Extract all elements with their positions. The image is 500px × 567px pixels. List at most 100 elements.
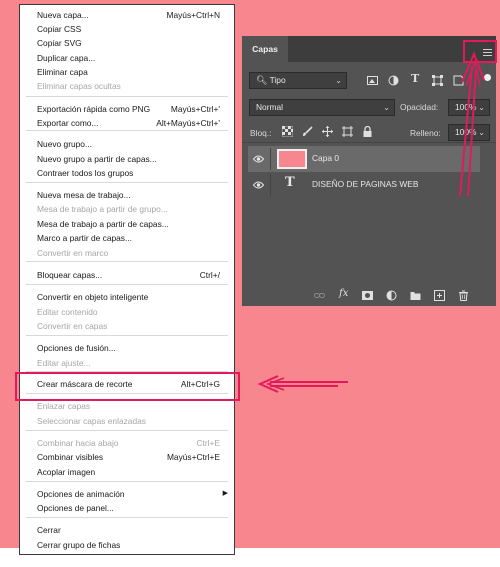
text-layer-icon: T <box>285 175 295 190</box>
folder-icon[interactable] <box>410 290 421 301</box>
tab-capas[interactable]: Capas <box>242 36 288 62</box>
menu-item-label: Eliminar capas ocultas <box>37 81 121 91</box>
menu-item-eliminar-capa[interactable]: Eliminar capa <box>37 66 220 78</box>
menu-item-label: Nuevo grupo a partir de capas... <box>37 154 157 164</box>
menu-item-label: Combinar visibles <box>37 452 104 462</box>
menu-item-acoplar-imagen[interactable]: Acoplar imagen <box>37 466 220 478</box>
blend-mode-select[interactable]: Normal ⌄ <box>249 99 395 116</box>
menu-separator <box>26 430 228 431</box>
lock-transparent-pixels-icon[interactable] <box>282 126 293 137</box>
menu-separator <box>26 182 228 183</box>
layers-context-menu: Nueva capa... Mayús+Ctrl+N Copiar CSS Copia… <box>19 4 235 555</box>
panel-bottom-bar: fx <box>242 286 496 306</box>
menu-item-label: Nuevo grupo... <box>37 139 92 149</box>
menu-item-opciones-de-fusion[interactable]: Opciones de fusión... <box>37 342 220 354</box>
menu-item-convertir-en-capas: Convertir en capas <box>37 320 220 332</box>
layer-thumbnail <box>277 149 307 169</box>
menu-item-cerrar-grupo-de-fichas[interactable]: Cerrar grupo de fichas <box>37 539 220 551</box>
eye-icon[interactable] <box>253 155 264 163</box>
opacity-label: Opacidad: <box>400 102 439 112</box>
menu-item-marco-a-partir-de-capas[interactable]: Marco a partir de capas... <box>37 232 220 244</box>
menu-separator <box>26 261 228 262</box>
menu-item-mesa-de-trabajo-a-partir-de-grupo: Mesa de trabajo a partir de grupo... <box>37 203 220 215</box>
menu-item-enlazar-capas: Enlazar capas <box>37 400 220 412</box>
menu-separator <box>26 96 228 97</box>
menu-item-editar-contenido: Editar contenido <box>37 306 220 318</box>
menu-item-bloquear-capas[interactable]: Bloquear capas... Ctrl+/ <box>37 269 220 281</box>
trash-icon[interactable] <box>458 290 469 301</box>
menu-separator <box>26 335 228 336</box>
menu-item-opciones-de-animacion[interactable]: Opciones de animación ▶ <box>37 488 228 500</box>
menu-item-label: Copiar SVG <box>37 38 82 48</box>
menu-item-copiar-svg[interactable]: Copiar SVG <box>37 37 220 49</box>
menu-item-shortcut: Mayús+Ctrl+' <box>170 104 220 114</box>
row-separator <box>270 148 271 170</box>
chevron-down-icon: ⌄ <box>335 76 342 85</box>
menu-item-label: Acoplar imagen <box>37 467 96 477</box>
menu-item-shortcut: Alt+Mayús+Ctrl+' <box>156 118 220 128</box>
menu-item-duplicar-capa[interactable]: Duplicar capa... <box>37 52 220 64</box>
menu-item-nuevo-grupo[interactable]: Nuevo grupo... <box>37 138 220 150</box>
brush-icon[interactable] <box>302 126 313 137</box>
menu-item-opciones-de-panel[interactable]: Opciones de panel... <box>37 502 220 514</box>
fx-icon[interactable]: fx <box>339 288 350 299</box>
link-icon[interactable] <box>314 290 325 301</box>
left-arrow-annotation <box>257 375 348 393</box>
menu-item-combinar-visibles[interactable]: Combinar visibles Mayús+Ctrl+E <box>37 451 220 463</box>
menu-item-nuevo-grupo-a-partir-de-capas[interactable]: Nuevo grupo a partir de capas... <box>37 153 220 165</box>
layer-name[interactable]: Capa 0 <box>312 153 339 163</box>
layer-row[interactable]: T DISEÑO DE PAGINAS WEB <box>248 172 480 198</box>
adjustment-layer-icon[interactable] <box>386 290 397 301</box>
lock-all-icon[interactable] <box>362 126 373 137</box>
move-icon[interactable] <box>322 126 333 137</box>
lock-label: Bloq.: <box>250 128 272 138</box>
menu-item-editar-ajuste: Editar ajuste... <box>37 357 220 369</box>
menu-item-contraer-todos-los-grupos[interactable]: Contraer todos los grupos <box>37 167 220 179</box>
menu-item-convertir-en-objeto-inteligente[interactable]: Convertir en objeto inteligente <box>37 291 220 303</box>
menu-item-label: Mesa de trabajo a partir de grupo... <box>37 204 168 214</box>
menu-item-label: Opciones de fusión... <box>37 343 116 353</box>
menu-item-label: Opciones de panel... <box>37 503 114 513</box>
new-layer-icon[interactable] <box>434 290 445 301</box>
menu-item-shortcut: Ctrl+E <box>196 438 220 448</box>
menu-item-nueva-capa[interactable]: Nueva capa... Mayús+Ctrl+N <box>37 9 220 21</box>
menu-separator <box>26 481 228 482</box>
menu-item-label: Exportación rápida como PNG <box>37 104 151 114</box>
artboard-lock-icon[interactable] <box>342 126 353 137</box>
menu-separator <box>26 284 228 285</box>
menu-separator <box>26 517 228 518</box>
blend-mode-value: Normal <box>256 102 283 112</box>
menu-item-mesa-de-trabajo-a-partir-de-capas[interactable]: Mesa de trabajo a partir de capas... <box>37 218 220 230</box>
menu-item-label: Bloquear capas... <box>37 270 103 280</box>
filter-kind-select[interactable]: 🔍︎ Tipo ⌄ <box>249 72 347 89</box>
up-arrow-annotation <box>459 51 485 196</box>
menu-item-label: Cerrar <box>37 525 61 535</box>
menu-item-seleccionar-capas-enlazadas: Seleccionar capas enlazadas <box>37 415 220 427</box>
menu-item-label: Combinar hacia abajo <box>37 438 119 448</box>
adjustment-filter-icon[interactable] <box>388 75 399 86</box>
layer-name[interactable]: DISEÑO DE PAGINAS WEB <box>312 179 418 189</box>
layer-row[interactable]: Capa 0 <box>248 146 480 172</box>
menu-item-label: Convertir en capas <box>37 321 108 331</box>
menu-item-cerrar[interactable]: Cerrar <box>37 524 220 536</box>
menu-item-label: Seleccionar capas enlazadas <box>37 416 146 426</box>
menu-item-label: Eliminar capa <box>37 67 88 77</box>
menu-item-copiar-css[interactable]: Copiar CSS <box>37 23 220 35</box>
menu-item-label: Exportar como... <box>37 118 99 128</box>
menu-item-label: Copiar CSS <box>37 24 82 34</box>
filter-kind-value: Tipo <box>269 75 286 85</box>
menu-item-label: Nueva capa... <box>37 10 89 20</box>
layer-mask-icon[interactable] <box>362 290 373 301</box>
menu-item-label: Convertir en marco <box>37 248 109 258</box>
menu-item-exportar-como[interactable]: Exportar como... Alt+Mayús+Ctrl+' <box>37 117 220 129</box>
fill-label: Relleno: <box>410 128 441 138</box>
menu-item-exportacion-rapida-como-png[interactable]: Exportación rápida como PNG Mayús+Ctrl+' <box>37 103 220 115</box>
menu-separator <box>26 130 228 131</box>
menu-item-nueva-mesa-de-trabajo[interactable]: Nueva mesa de trabajo... <box>37 189 220 201</box>
search-icon: 🔍︎ <box>256 75 268 85</box>
type-filter-icon[interactable]: T <box>411 72 422 85</box>
shape-filter-icon[interactable] <box>432 75 443 86</box>
eye-icon[interactable] <box>253 181 264 189</box>
image-filter-icon[interactable] <box>367 75 378 86</box>
menu-item-label: Opciones de animación <box>37 489 125 499</box>
